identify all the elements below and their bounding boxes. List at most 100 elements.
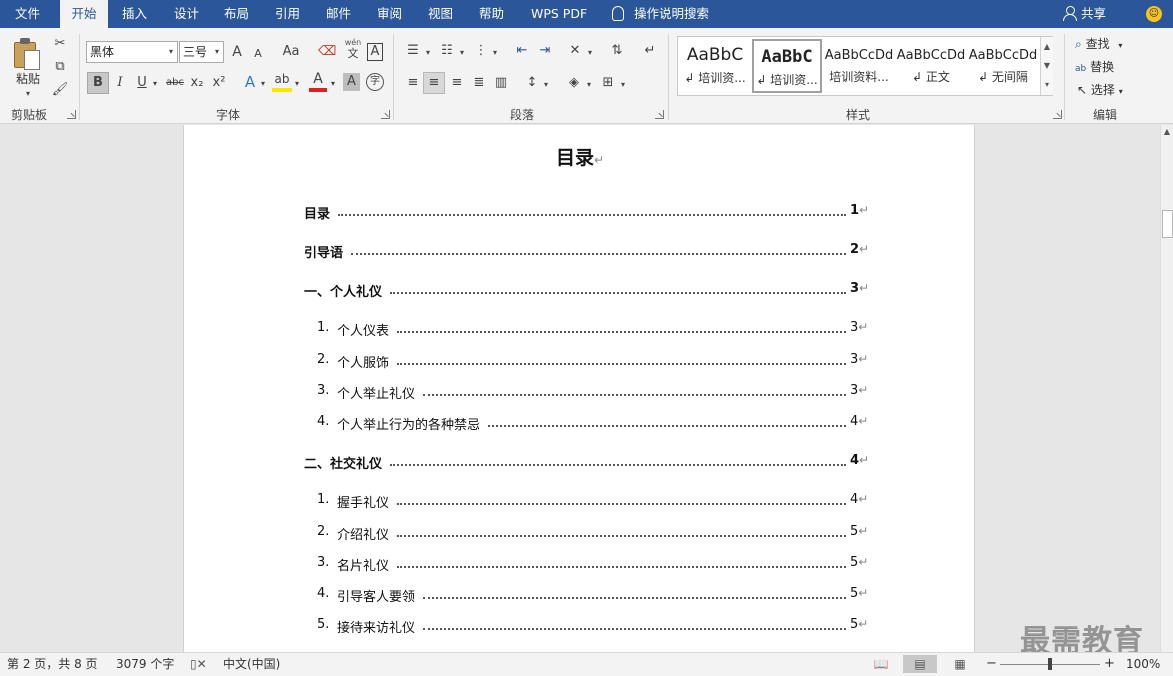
- toc-entry[interactable]: 3. 个人举止礼仪 3↵: [184, 383, 976, 403]
- tab-wps-pdf[interactable]: WPS PDF: [531, 0, 587, 28]
- borders-dropdown-icon[interactable]: ▾: [618, 75, 628, 95]
- multilevel-list-icon[interactable]: ⋮: [471, 41, 491, 61]
- highlight-dropdown-icon[interactable]: ▾: [292, 74, 302, 94]
- vertical-scrollbar[interactable]: ▲: [1160, 125, 1173, 652]
- gallery-more-icon[interactable]: ▾: [1040, 75, 1053, 95]
- highlight-color-icon[interactable]: ab: [272, 70, 292, 92]
- toc-entry[interactable]: 5. 接待来访礼仪 5↵: [184, 617, 976, 637]
- zoom-slider-thumb[interactable]: [1048, 658, 1052, 670]
- toc-entry[interactable]: 目录 1↵: [184, 203, 976, 223]
- tab-review[interactable]: 审阅: [377, 0, 402, 28]
- text-effects-icon[interactable]: A: [241, 72, 259, 92]
- justify-icon[interactable]: ≣: [469, 73, 489, 93]
- text-effects-dropdown-icon[interactable]: ▾: [258, 74, 268, 94]
- style-item[interactable]: AaBbCcDd 培训资料...: [824, 39, 894, 93]
- tab-file[interactable]: 文件: [15, 0, 40, 28]
- bold-button[interactable]: B: [87, 72, 109, 94]
- word-count-status[interactable]: 3079 个字: [116, 653, 174, 675]
- tab-layout[interactable]: 布局: [224, 0, 249, 28]
- tab-insert[interactable]: 插入: [122, 0, 147, 28]
- clear-formatting-icon[interactable]: ⌫: [318, 42, 336, 62]
- proofing-icon[interactable]: ▯✕: [190, 653, 207, 675]
- toc-entry[interactable]: 1. 握手礼仪 4↵: [184, 492, 976, 512]
- style-item[interactable]: AaBbCcDd ↲ 正文: [896, 39, 966, 93]
- document-page[interactable]: 目录↵ 目录 1↵ 引导语 2↵ 一、个人礼仪 3↵ 1. 个人仪表 3↵ 2. 个人服饰 3↵ 3. 个…: [183, 125, 975, 652]
- numbering-dropdown-icon[interactable]: ▾: [457, 43, 467, 63]
- line-spacing-icon[interactable]: ↕: [522, 73, 542, 93]
- paste-icon[interactable]: [14, 38, 42, 70]
- numbering-icon[interactable]: ☷: [437, 41, 457, 61]
- show-marks-icon[interactable]: ↵: [640, 41, 660, 61]
- borders-icon[interactable]: ⊞: [598, 73, 618, 93]
- align-right-icon[interactable]: ≡: [447, 73, 467, 93]
- font-size-combo[interactable]: 三号 ▾: [179, 41, 224, 63]
- styles-launcher-icon[interactable]: [1053, 110, 1062, 119]
- paragraph-launcher-icon[interactable]: [655, 110, 664, 119]
- chevron-down-icon[interactable]: ▾: [165, 42, 177, 62]
- shading-icon[interactable]: ◈: [564, 73, 584, 93]
- language-status[interactable]: 中文(中国): [223, 653, 280, 675]
- tab-help[interactable]: 帮助: [479, 0, 504, 28]
- clipboard-launcher-icon[interactable]: [67, 110, 76, 119]
- zoom-in-button[interactable]: +: [1104, 653, 1115, 675]
- change-case-icon[interactable]: Aa: [280, 42, 302, 62]
- chevron-down-icon[interactable]: ▾: [1118, 41, 1122, 50]
- tab-design[interactable]: 设计: [174, 0, 199, 28]
- smiley-feedback-icon[interactable]: ☺: [1146, 6, 1162, 22]
- zoom-level[interactable]: 100%: [1126, 653, 1160, 675]
- toc-entry[interactable]: 1. 个人仪表 3↵: [184, 320, 976, 340]
- shrink-font-icon[interactable]: A: [251, 44, 265, 64]
- font-name-combo[interactable]: 黑体 ▾: [86, 41, 178, 63]
- tab-references[interactable]: 引用: [275, 0, 300, 28]
- toc-entry[interactable]: 4. 引导客人要领 5↵: [184, 586, 976, 606]
- italic-button[interactable]: I: [111, 73, 129, 93]
- toc-entry[interactable]: 3. 名片礼仪 5↵: [184, 555, 976, 575]
- strikethrough-button[interactable]: abc: [164, 73, 186, 93]
- toc-entry[interactable]: 二、社交礼仪 4↵: [184, 453, 976, 473]
- superscript-button[interactable]: x²: [210, 73, 228, 93]
- gallery-up-icon[interactable]: ▲: [1040, 37, 1053, 56]
- tab-mailings[interactable]: 邮件: [326, 0, 351, 28]
- style-item-selected[interactable]: AaBbC ↲ 培训资...: [752, 39, 822, 93]
- select-button[interactable]: ↖ 选择 ▾: [1077, 79, 1123, 101]
- tell-me-search[interactable]: 操作说明搜索: [612, 0, 709, 28]
- zoom-out-button[interactable]: −: [986, 653, 997, 675]
- enclose-characters-icon[interactable]: 字: [366, 73, 384, 91]
- shading-dropdown-icon[interactable]: ▾: [584, 75, 594, 95]
- phonetic-guide-icon[interactable]: 文: [343, 48, 363, 60]
- align-left-icon[interactable]: ≡: [403, 73, 423, 93]
- toc-entry[interactable]: 2. 介绍礼仪 5↵: [184, 524, 976, 544]
- page-count-status[interactable]: 第 2 页，共 8 页: [7, 653, 98, 675]
- underline-dropdown-icon[interactable]: ▾: [150, 74, 160, 94]
- chevron-down-icon[interactable]: ▾: [1119, 87, 1123, 96]
- replace-button[interactable]: ab 替换: [1075, 56, 1114, 78]
- character-border-icon[interactable]: A: [367, 43, 383, 61]
- toc-entry[interactable]: 4. 个人举止行为的各种禁忌 4↵: [184, 414, 976, 434]
- decrease-indent-icon[interactable]: ⇤: [512, 41, 532, 61]
- format-painter-icon[interactable]: 🖌: [50, 80, 70, 100]
- find-button[interactable]: ⌕ 查找 ▾: [1075, 33, 1122, 55]
- scroll-thumb[interactable]: [1162, 210, 1173, 238]
- web-layout-icon[interactable]: ▦: [943, 655, 977, 673]
- bullets-dropdown-icon[interactable]: ▾: [423, 43, 433, 63]
- chevron-down-icon[interactable]: ▾: [211, 42, 223, 62]
- paste-dropdown-icon[interactable]: ▾: [22, 84, 34, 104]
- chinese-layout-icon[interactable]: ✕: [565, 41, 585, 61]
- toc-entry[interactable]: 一、个人礼仪 3↵: [184, 281, 976, 301]
- grow-font-icon[interactable]: A: [229, 42, 245, 62]
- copy-icon[interactable]: ⧉: [50, 57, 70, 77]
- font-color-icon[interactable]: A: [309, 70, 327, 92]
- font-launcher-icon[interactable]: [381, 110, 390, 119]
- gallery-down-icon[interactable]: ▼: [1040, 56, 1053, 75]
- subscript-button[interactable]: x₂: [188, 73, 206, 93]
- increase-indent-icon[interactable]: ⇥: [535, 41, 555, 61]
- align-center-icon[interactable]: ≡: [423, 72, 445, 94]
- distributed-icon[interactable]: ▥: [491, 73, 511, 93]
- bullets-icon[interactable]: ☰: [403, 41, 423, 61]
- underline-button[interactable]: U: [133, 73, 151, 93]
- style-item[interactable]: AaBbCcDd ↲ 无间隔: [968, 39, 1038, 93]
- sort-icon[interactable]: ⇅: [607, 41, 627, 61]
- share-button[interactable]: 共享: [1063, 0, 1106, 28]
- font-color-dropdown-icon[interactable]: ▾: [328, 74, 338, 94]
- toc-entry[interactable]: 2. 个人服饰 3↵: [184, 352, 976, 372]
